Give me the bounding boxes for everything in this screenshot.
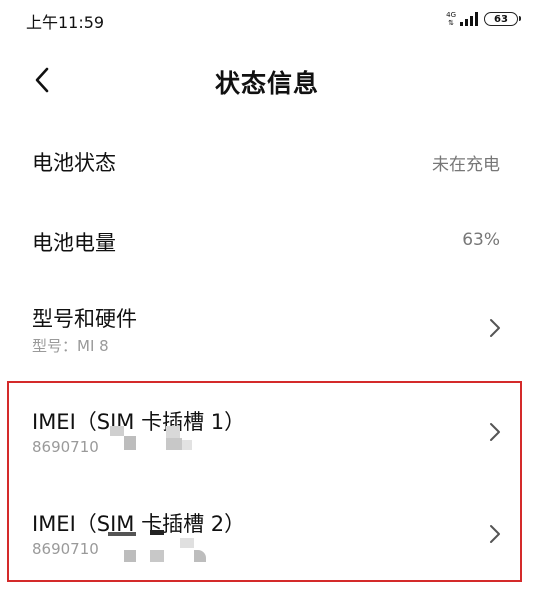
- row-title: 型号和硬件: [32, 307, 137, 331]
- imei-sim1-row[interactable]: IMEI（SIM 卡插槽 1） 8690710: [0, 390, 534, 474]
- row-subtitle: 8690710: [32, 438, 99, 456]
- status-time: 上午11:59: [26, 13, 105, 32]
- chevron-right-icon: [490, 525, 500, 543]
- row-title: IMEI（SIM 卡插槽 2）: [32, 512, 246, 536]
- battery-level-row[interactable]: 电池电量 63%: [0, 210, 534, 272]
- status-bar: 上午11:59 4G ⇅ 63: [0, 0, 534, 40]
- row-value: 未在充电: [432, 155, 500, 175]
- battery-icon: 63: [484, 12, 521, 26]
- row-subtitle: 8690710: [32, 540, 99, 558]
- row-value: 63%: [462, 230, 500, 250]
- battery-level: 63: [494, 13, 508, 25]
- page-header: 状态信息: [0, 52, 534, 108]
- network-activity-icon: ⇅: [448, 19, 454, 27]
- model-hardware-row[interactable]: 型号和硬件 型号：MI 8: [0, 290, 534, 364]
- row-subtitle: 型号：MI 8: [32, 337, 109, 355]
- battery-status-row[interactable]: 电池状态 未在充电: [0, 130, 534, 192]
- imei-sim2-row[interactable]: IMEI（SIM 卡插槽 2） 8690710: [0, 492, 534, 576]
- network-type-icon: 4G ⇅: [446, 11, 456, 27]
- chevron-right-icon: [490, 319, 500, 337]
- row-title: IMEI（SIM 卡插槽 1）: [32, 410, 246, 434]
- status-icons: 4G ⇅ 63: [446, 8, 521, 30]
- chevron-right-icon: [490, 423, 500, 441]
- row-title: 电池状态: [32, 151, 116, 175]
- page-title: 状态信息: [214, 69, 319, 98]
- signal-icon: [460, 12, 478, 26]
- row-title: 电池电量: [32, 231, 116, 255]
- network-type-label: 4G: [446, 11, 456, 19]
